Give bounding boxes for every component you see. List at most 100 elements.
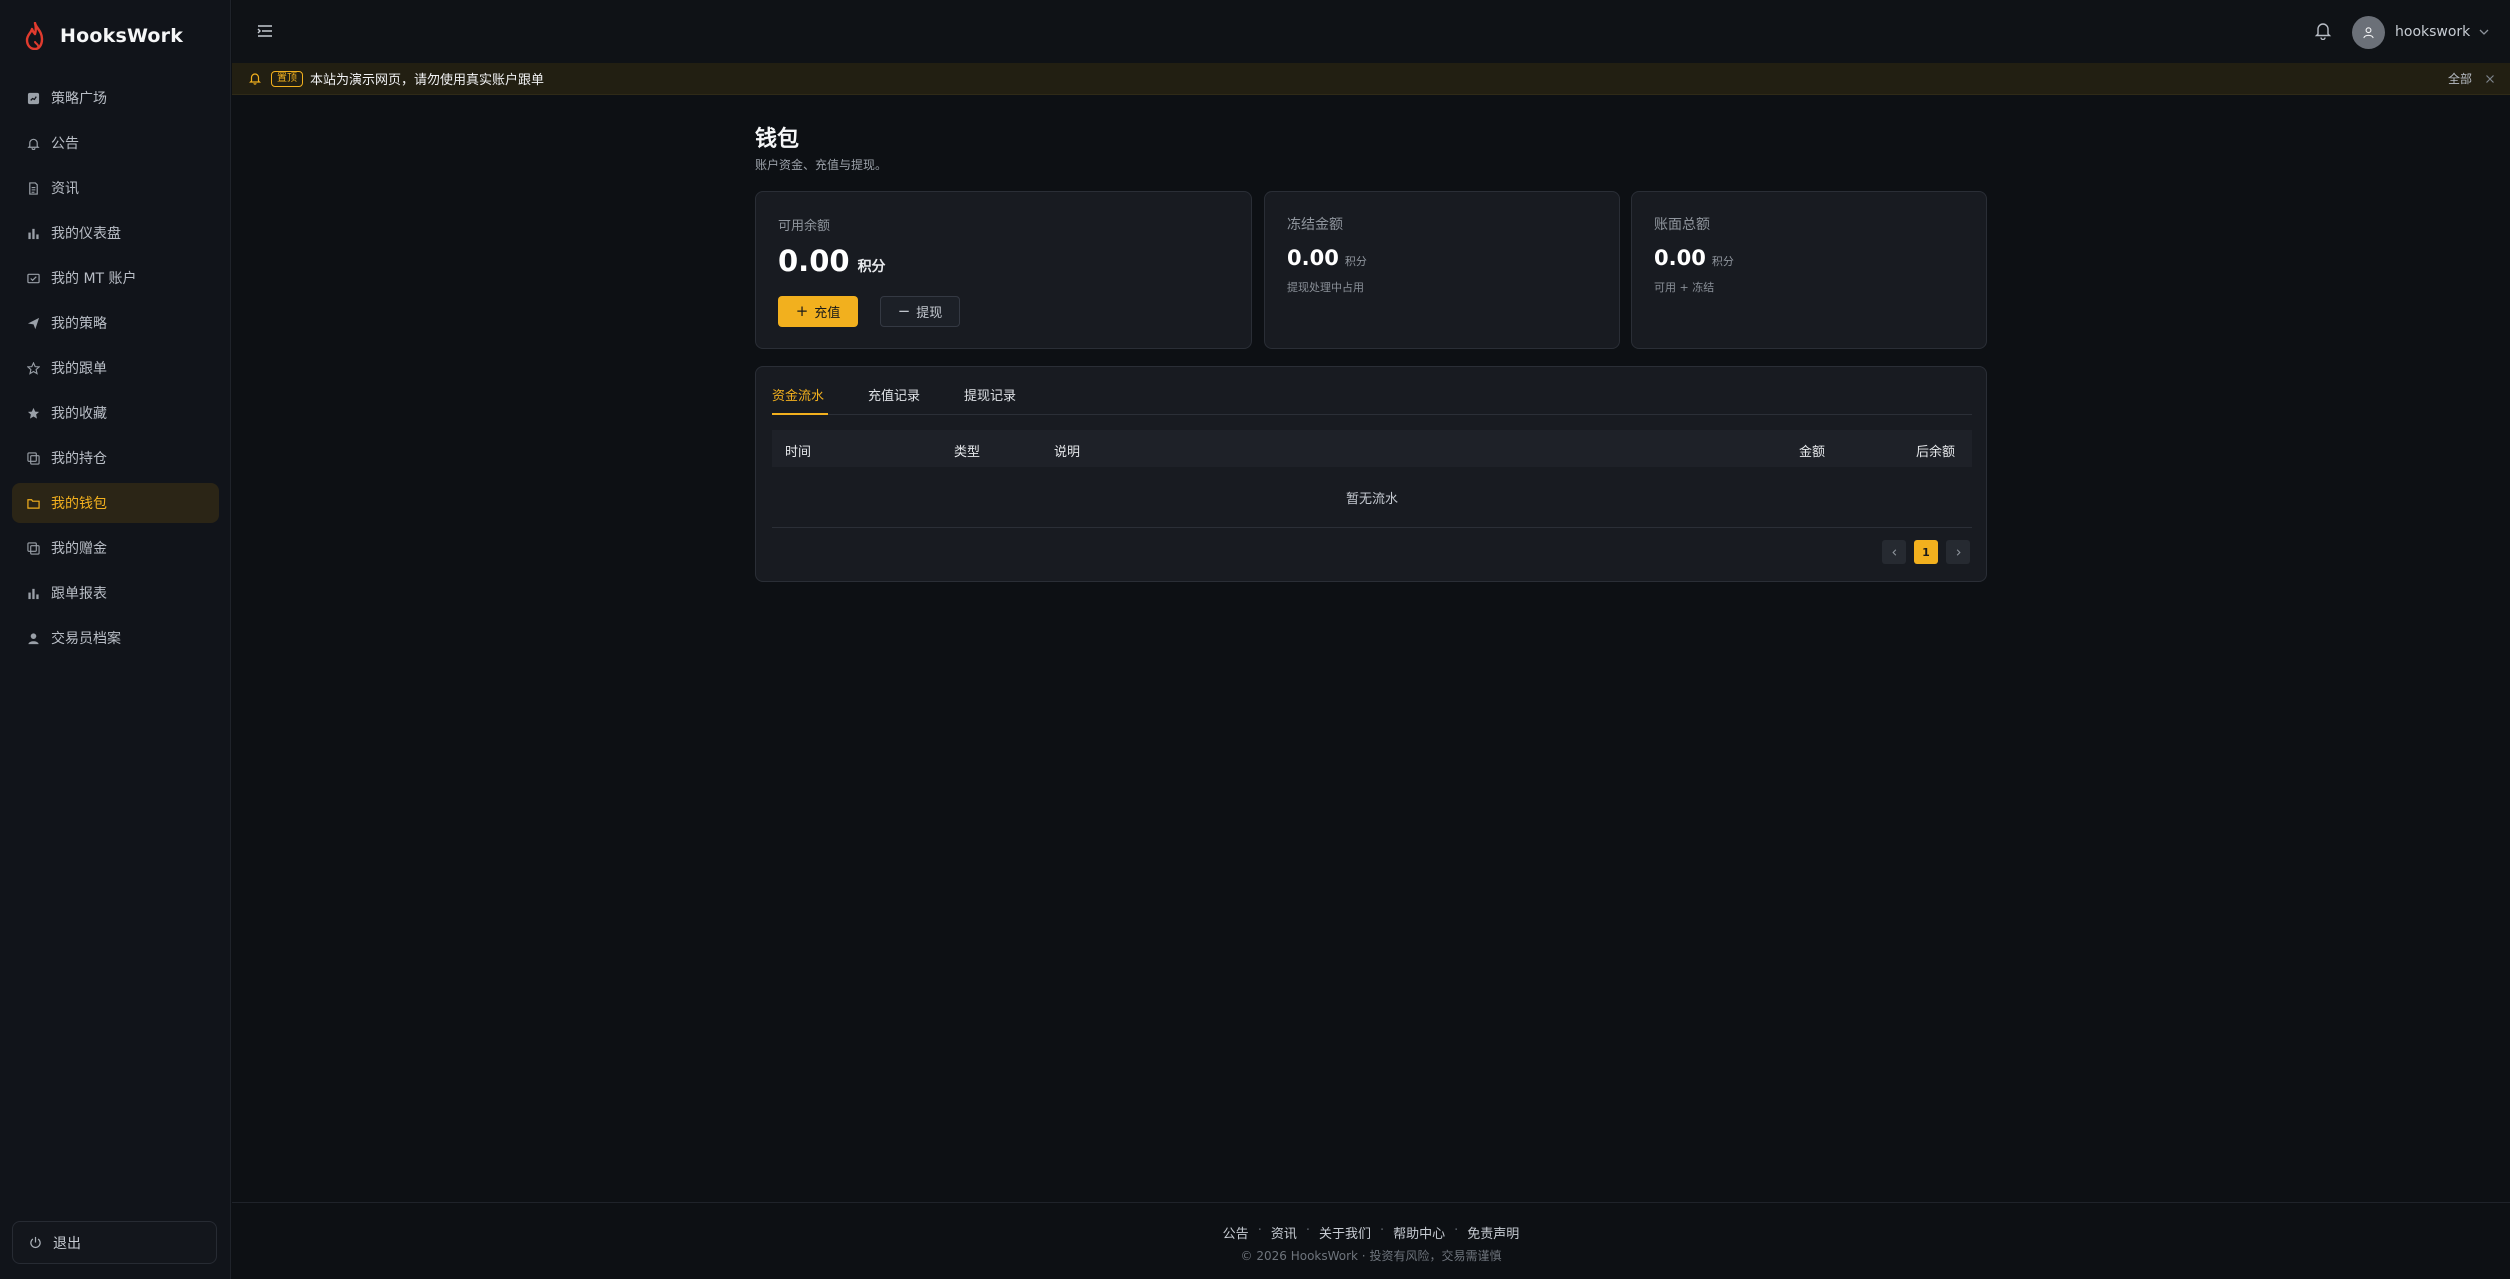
pinned-badge: 置顶 <box>271 70 303 87</box>
recharge-label: 充值 <box>814 306 841 321</box>
footer-link-news[interactable]: 资讯 <box>1271 1223 1297 1242</box>
separator: · <box>1257 1223 1262 1238</box>
chevron-down-icon <box>2479 29 2489 35</box>
user-menu[interactable]: hookswork <box>2352 15 2490 49</box>
notice-text[interactable]: 本站为演示网页，请勿使用真实账户跟单 <box>310 69 544 88</box>
sidebar-nav: 策略广场 公告 资讯 我的仪表盘 我的 MT 账户 我的策略 我的跟单 我的收藏… <box>12 78 219 663</box>
brand[interactable]: HooksWork <box>24 20 183 52</box>
footer: 公告 · 资讯 · 关于我们 · 帮助中心 · 免责声明 © 2026 Hook… <box>232 1202 2510 1279</box>
total-value: 0.00 <box>1654 246 1706 270</box>
column-type: 类型 <box>954 445 981 460</box>
separator: · <box>1454 1223 1459 1238</box>
star-outline-icon <box>26 361 40 375</box>
frozen-unit: 积分 <box>1344 255 1367 268</box>
sidebar-item-label: 我的钱包 <box>51 496 107 512</box>
available-balance-card: 可用余额 0.00 积分 + 充值 − 提现 <box>755 191 1252 349</box>
sidebar-item-strategy-plaza[interactable]: 策略广场 <box>12 78 219 118</box>
records-panel: 资金流水 充值记录 提现记录 时间 类型 说明 金额 后余额 暂无流水 1 <box>755 366 1987 582</box>
notice-all-link[interactable]: 全部 <box>2448 70 2472 87</box>
copyright: © 2026 HooksWork · 投资有风险，交易需谨慎 <box>1240 1249 1502 1263</box>
footer-link-help[interactable]: 帮助中心 <box>1393 1223 1445 1242</box>
sidebar-item-trader-profile[interactable]: 交易员档案 <box>12 618 219 658</box>
sidebar-item-follow-report[interactable]: 跟单报表 <box>12 573 219 613</box>
document-icon <box>26 181 40 195</box>
sidebar-item-bonus[interactable]: 我的赠金 <box>12 528 219 568</box>
frozen-value: 0.00 <box>1287 246 1339 270</box>
records-tabs: 资金流水 充值记录 提现记录 <box>772 385 1972 415</box>
notification-bell-icon[interactable] <box>2314 20 2332 40</box>
plus-icon: + <box>795 302 809 320</box>
wallet-icon <box>26 496 40 510</box>
column-description: 说明 <box>1054 445 1081 460</box>
withdraw-label: 提现 <box>916 306 943 321</box>
sidebar-item-wallet[interactable]: 我的钱包 <box>12 483 219 523</box>
tab-withdraw-records[interactable]: 提现记录 <box>964 385 1016 415</box>
footer-link-disclaimer[interactable]: 免责声明 <box>1467 1223 1519 1242</box>
sidebar-item-label: 策略广场 <box>51 91 107 107</box>
prev-page-button[interactable] <box>1882 540 1906 564</box>
sidebar-item-label: 我的收藏 <box>51 406 107 422</box>
footer-links: 公告 · 资讯 · 关于我们 · 帮助中心 · 免责声明 <box>232 1223 2510 1242</box>
card-label: 可用余额 <box>778 219 831 234</box>
chevron-right-icon <box>1956 548 1961 556</box>
page-title: 钱包 <box>755 127 800 152</box>
card-label: 账面总额 <box>1654 217 1710 233</box>
balance-amount: 0.00 积分 <box>778 244 886 278</box>
card-label: 冻结金额 <box>1287 217 1343 233</box>
total-amount-card: 账面总额 0.00 积分 可用 + 冻结 <box>1631 191 1987 349</box>
brand-name: HooksWork <box>60 25 184 47</box>
table-header: 时间 类型 说明 金额 后余额 <box>772 430 1972 467</box>
frozen-amount-card: 冻结金额 0.00 积分 提现处理中占用 <box>1264 191 1620 349</box>
tab-recharge-records[interactable]: 充值记录 <box>868 385 920 415</box>
page-button-current[interactable]: 1 <box>1914 540 1938 564</box>
footer-link-about[interactable]: 关于我们 <box>1319 1223 1371 1242</box>
sidebar-item-label: 我的跟单 <box>51 361 107 377</box>
withdraw-button[interactable]: − 提现 <box>880 296 960 327</box>
close-icon[interactable] <box>2484 73 2496 85</box>
sidebar-item-label: 我的持仓 <box>51 451 107 467</box>
next-page-button[interactable] <box>1946 540 1970 564</box>
balance-unit: 积分 <box>857 259 886 275</box>
power-icon <box>29 1236 42 1249</box>
app: HooksWork 策略广场 公告 资讯 我的仪表盘 我的 MT 账户 我的策略… <box>0 0 2510 1279</box>
footer-link-announcements[interactable]: 公告 <box>1223 1223 1249 1242</box>
bar-chart-icon <box>26 226 40 240</box>
sidebar-item-positions[interactable]: 我的持仓 <box>12 438 219 478</box>
username: hookswork <box>2395 24 2471 40</box>
sidebar: HooksWork 策略广场 公告 资讯 我的仪表盘 我的 MT 账户 我的策略… <box>0 0 231 1279</box>
sidebar-item-mt-accounts[interactable]: 我的 MT 账户 <box>12 258 219 298</box>
sidebar-item-label: 我的 MT 账户 <box>51 271 137 287</box>
sidebar-item-label: 跟单报表 <box>51 586 107 602</box>
sidebar-item-news[interactable]: 资讯 <box>12 168 219 208</box>
sidebar-item-favorites[interactable]: 我的收藏 <box>12 393 219 433</box>
separator: · <box>1305 1223 1310 1238</box>
frozen-note: 提现处理中占用 <box>1287 281 1364 294</box>
copy-icon <box>26 451 40 465</box>
logout-button[interactable]: 退出 <box>12 1221 217 1264</box>
page-subtitle: 账户资金、充值与提现。 <box>755 158 888 172</box>
avatar <box>2352 15 2385 49</box>
pagination: 1 <box>1882 540 1970 564</box>
send-icon <box>26 316 40 330</box>
sidebar-item-label: 我的策略 <box>51 316 107 332</box>
user-icon <box>2363 26 2374 38</box>
tab-fund-flow[interactable]: 资金流水 <box>772 385 828 415</box>
column-amount: 金额 <box>1799 445 1826 460</box>
sidebar-item-label: 交易员档案 <box>51 631 121 647</box>
frozen-amount: 0.00 积分 <box>1287 246 1367 270</box>
sidebar-item-label: 公告 <box>51 136 79 152</box>
chevron-left-icon <box>1891 548 1896 556</box>
sidebar-item-announcements[interactable]: 公告 <box>12 123 219 163</box>
account-check-icon <box>26 271 40 285</box>
menu-toggle-icon[interactable] <box>256 22 274 40</box>
total-note: 可用 + 冻结 <box>1654 281 1715 294</box>
logout-label: 退出 <box>53 1235 81 1252</box>
sidebar-item-my-strategies[interactable]: 我的策略 <box>12 303 219 343</box>
sidebar-item-label: 我的仪表盘 <box>51 226 121 242</box>
bell-icon <box>26 136 40 150</box>
star-filled-icon <box>26 406 40 420</box>
sidebar-item-dashboard[interactable]: 我的仪表盘 <box>12 213 219 253</box>
total-amount: 0.00 积分 <box>1654 246 1734 270</box>
recharge-button[interactable]: + 充值 <box>778 296 858 327</box>
sidebar-item-my-follows[interactable]: 我的跟单 <box>12 348 219 388</box>
